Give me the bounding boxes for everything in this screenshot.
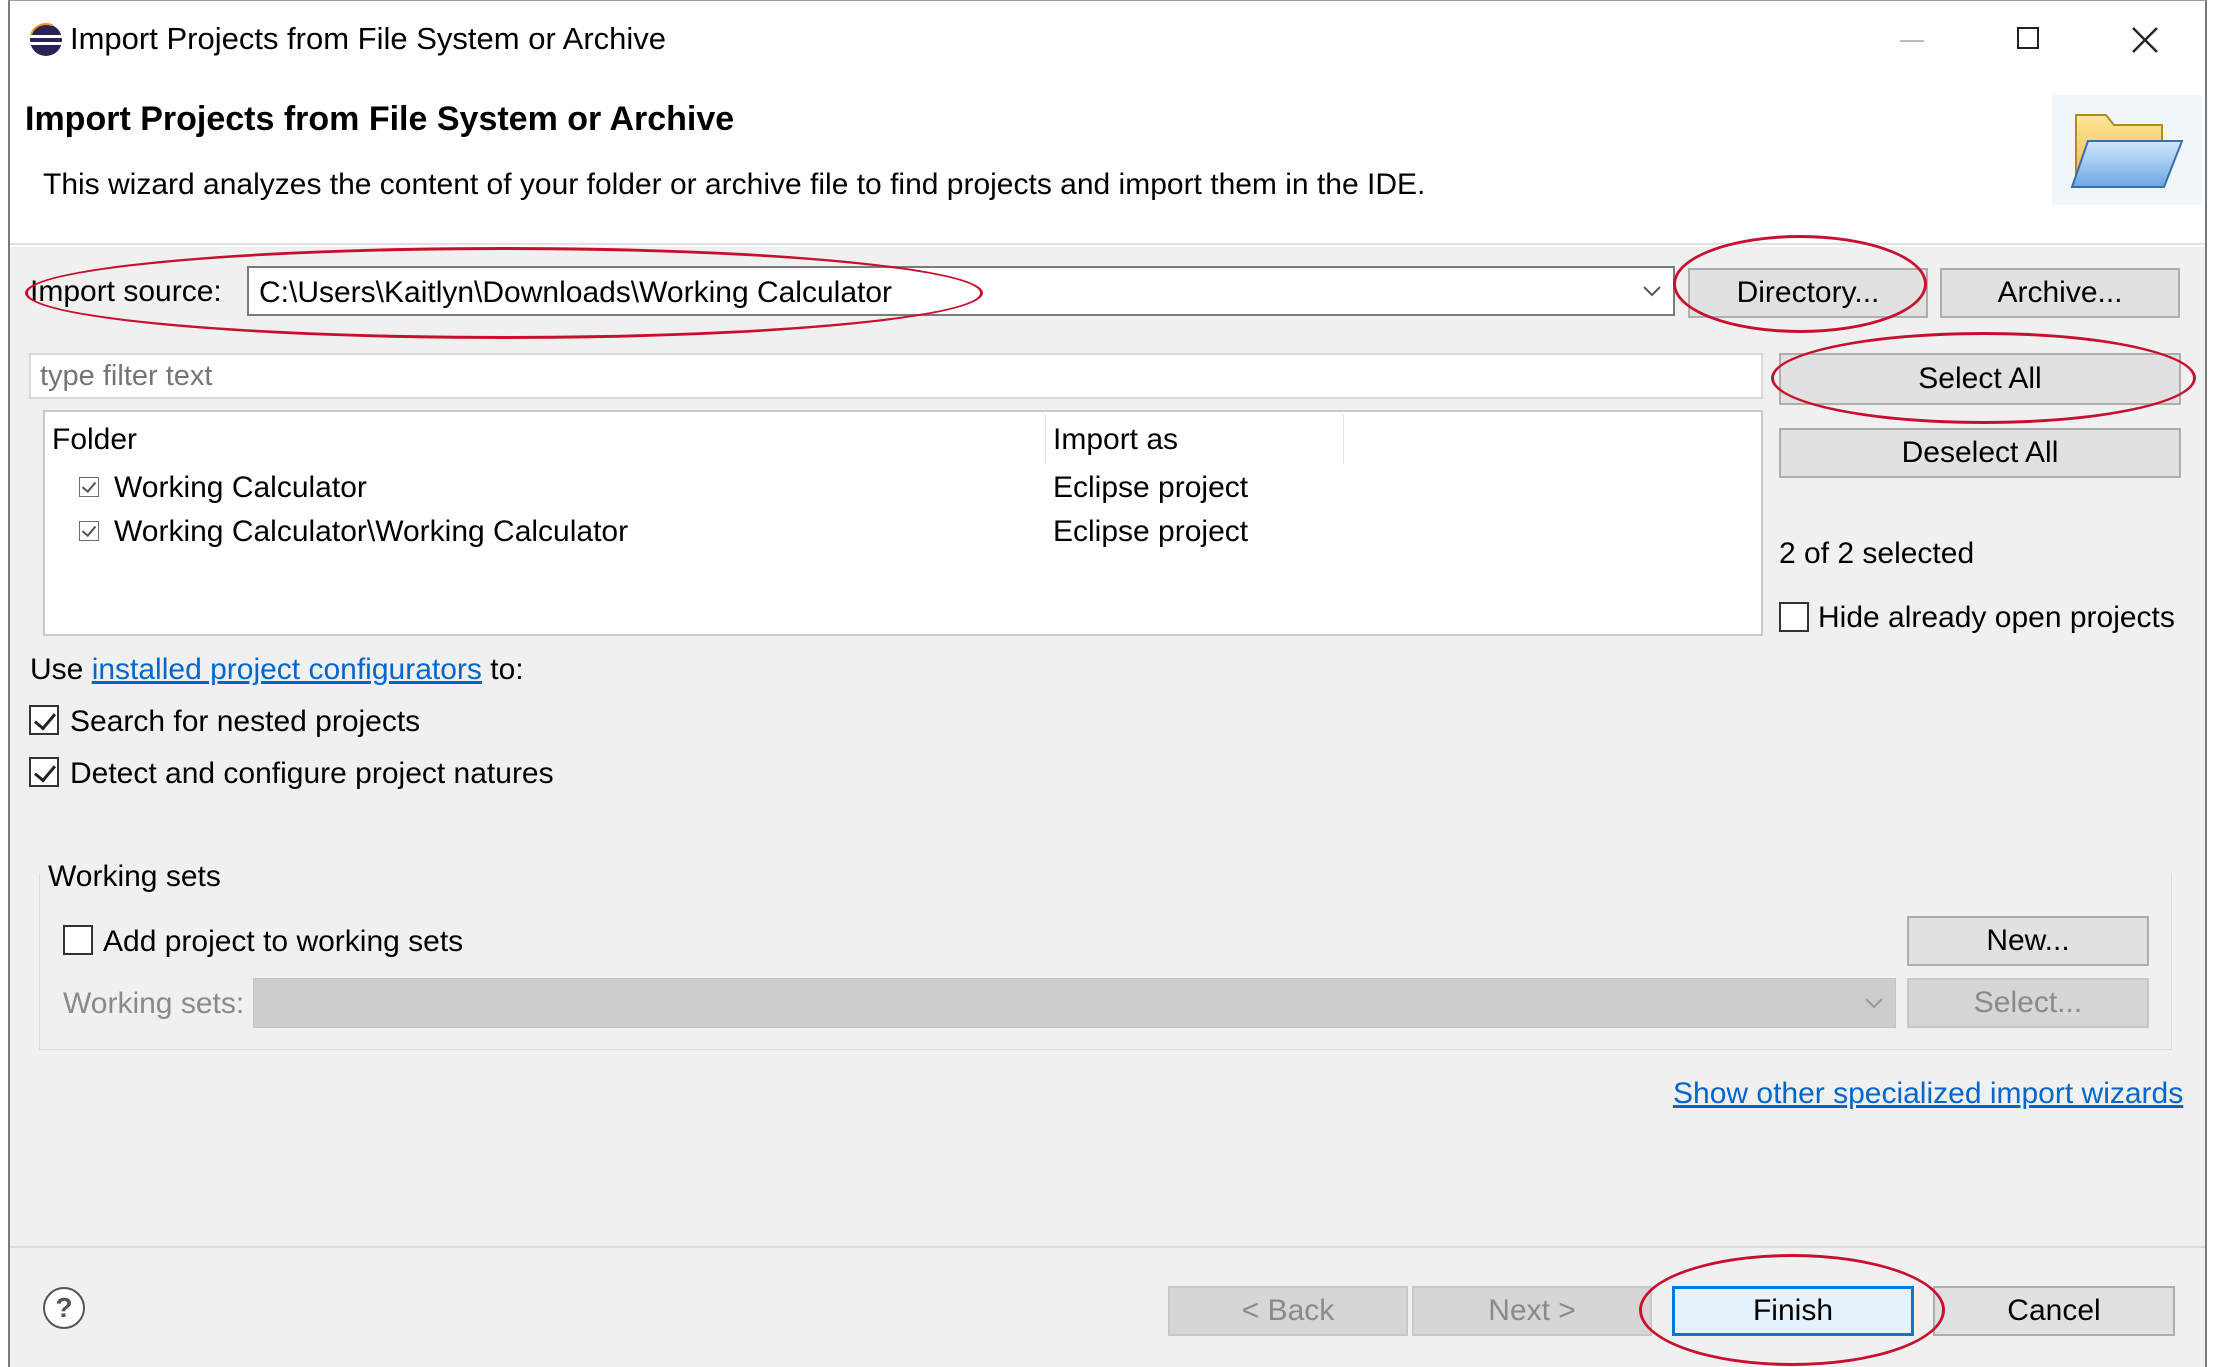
- minimize-button[interactable]: [1888, 15, 1938, 65]
- row-checkbox[interactable]: [79, 477, 99, 497]
- select-working-sets-button: Select...: [1907, 978, 2149, 1028]
- new-working-set-button[interactable]: New...: [1907, 916, 2149, 966]
- maximize-icon: [2017, 27, 2039, 49]
- column-divider: [1343, 414, 1344, 464]
- import-source-value: C:\Users\Kaitlyn\Downloads\Working Calcu…: [259, 276, 893, 309]
- close-button[interactable]: [2120, 15, 2170, 65]
- select-all-button[interactable]: Select All: [1779, 353, 2181, 405]
- archive-button[interactable]: Archive...: [1940, 268, 2180, 318]
- finish-button[interactable]: Finish: [1672, 1286, 1914, 1336]
- working-sets-combo: [253, 978, 1896, 1028]
- installed-configurators-link[interactable]: installed project configurators: [92, 653, 482, 686]
- wizard-heading: Import Projects from File System or Arch…: [25, 100, 735, 138]
- close-icon: [2132, 27, 2158, 53]
- column-header-folder[interactable]: Folder: [52, 425, 137, 455]
- wizard-banner: [10, 70, 2205, 245]
- chevron-down-icon: [1643, 286, 1661, 297]
- chevron-down-icon: [1865, 998, 1883, 1009]
- directory-button[interactable]: Directory...: [1688, 268, 1928, 318]
- configurators-suffix: to:: [481, 653, 524, 686]
- row-import-as: Eclipse project: [1053, 515, 1249, 548]
- working-sets-label: Working sets:: [63, 987, 245, 1020]
- hide-open-projects-checkbox[interactable]: [1779, 602, 1809, 632]
- folder-icon: [2052, 95, 2202, 205]
- search-nested-label: Search for nested projects: [70, 705, 421, 738]
- add-to-working-sets-label: Add project to working sets: [103, 925, 464, 958]
- row-checkbox[interactable]: [79, 521, 99, 541]
- search-nested-checkbox[interactable]: [29, 705, 59, 735]
- projects-table: Folder Import as Working Calculator Ecli…: [43, 410, 1763, 636]
- row-folder: Working Calculator\Working Calculator: [114, 515, 629, 548]
- column-divider: [1045, 414, 1046, 464]
- column-header-import-as[interactable]: Import as: [1053, 425, 1178, 455]
- detect-natures-label: Detect and configure project natures: [70, 757, 554, 790]
- row-folder: Working Calculator: [114, 471, 367, 504]
- cancel-button[interactable]: Cancel: [1933, 1286, 2175, 1336]
- deselect-all-button[interactable]: Deselect All: [1779, 428, 2181, 478]
- configurators-prefix: Use: [30, 653, 92, 686]
- other-import-wizards-link[interactable]: Show other specialized import wizards: [1673, 1079, 2183, 1109]
- back-button: < Back: [1168, 1286, 1408, 1336]
- maximize-button[interactable]: [2004, 15, 2054, 65]
- configurators-line: Use installed project configurators to:: [30, 655, 524, 685]
- selection-count: 2 of 2 selected: [1779, 537, 1975, 570]
- wizard-description: This wizard analyzes the content of your…: [43, 168, 1426, 201]
- import-source-combo[interactable]: C:\Users\Kaitlyn\Downloads\Working Calcu…: [247, 266, 1675, 316]
- window-title: Import Projects from File System or Arch…: [70, 21, 667, 56]
- row-import-as: Eclipse project: [1053, 471, 1249, 504]
- eclipse-icon: [28, 22, 64, 58]
- add-to-working-sets-checkbox[interactable]: [63, 925, 93, 955]
- hide-open-projects-label: Hide already open projects: [1818, 601, 2175, 634]
- import-source-label: Import source:: [30, 275, 222, 308]
- detect-natures-checkbox[interactable]: [29, 757, 59, 787]
- table-row[interactable]: Working Calculator Eclipse project: [45, 468, 1761, 508]
- help-icon[interactable]: ?: [43, 1287, 85, 1329]
- table-row[interactable]: Working Calculator\Working Calculator Ec…: [45, 512, 1761, 552]
- minimize-icon: [1900, 40, 1924, 42]
- working-sets-group-label: Working sets: [48, 860, 221, 893]
- filter-input[interactable]: [29, 353, 1763, 399]
- next-button: Next >: [1412, 1286, 1652, 1336]
